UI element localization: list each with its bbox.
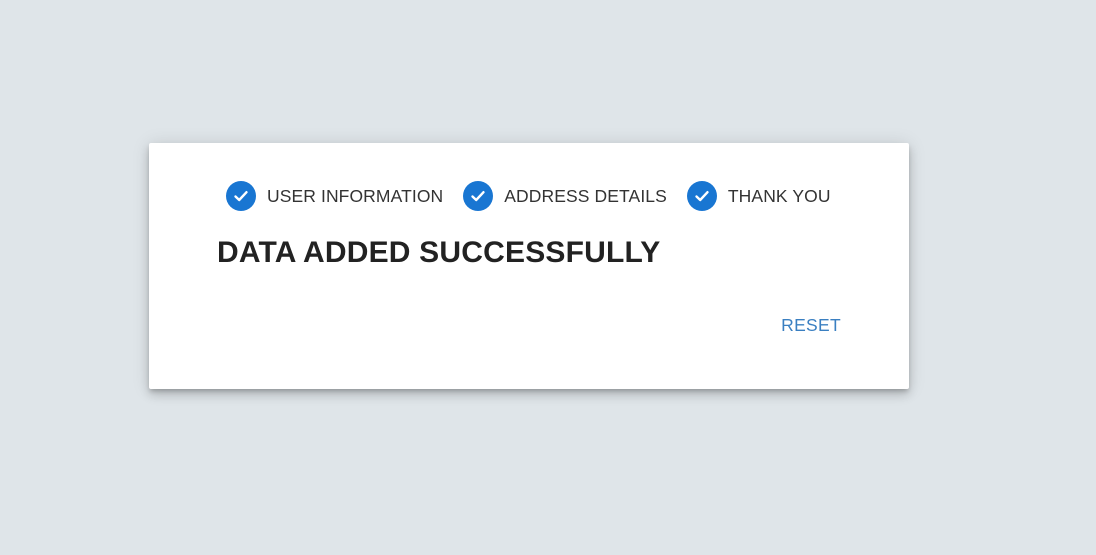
step-label: ADDRESS DETAILS [504,185,667,206]
step-address-details: ADDRESS DETAILS [463,181,667,211]
step-user-information: USER INFORMATION [226,181,443,211]
check-circle-icon [686,181,717,211]
reset-button[interactable]: RESET [781,315,841,336]
success-message: DATA ADDED SUCCESSFULLY [217,236,661,269]
step-label: USER INFORMATION [267,185,444,206]
check-circle-icon [226,181,256,211]
stepper-card: USER INFORMATION ADDRESS DETAILS THANK Y… [149,143,909,389]
stepper: USER INFORMATION ADDRESS DETAILS THANK Y… [226,181,831,211]
step-thank-you: THANK YOU [686,181,831,211]
step-label: THANK YOU [727,185,831,206]
check-circle-icon [463,181,494,211]
